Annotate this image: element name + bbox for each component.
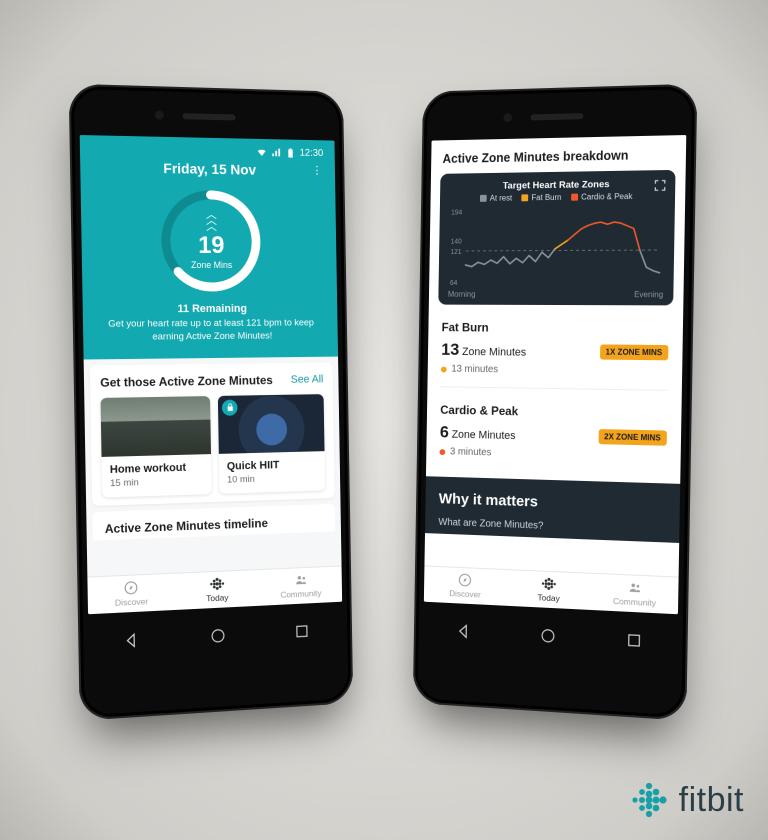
chart-title: Target Heart Rate Zones <box>450 178 666 192</box>
remaining-label: 11 Remaining <box>95 303 326 316</box>
fitbit-dots-icon <box>540 576 558 591</box>
tip-text: Get your heart rate up to at least 121 b… <box>95 317 326 344</box>
signal-icon <box>271 147 282 158</box>
fitbit-logo-icon <box>629 780 669 820</box>
wifi-icon <box>256 147 267 158</box>
zone-badge: 1X ZONE MINS <box>600 344 669 360</box>
see-all-link[interactable]: See All <box>291 373 324 385</box>
bottom-tabbar: Discover Today Community <box>87 565 342 614</box>
svg-text:64: 64 <box>450 280 458 287</box>
workout-thumb <box>218 394 325 454</box>
zone-name: Cardio & Peak <box>440 403 667 421</box>
why-section: Why it matters What are Zone Minutes? <box>425 476 680 543</box>
back-icon[interactable] <box>456 622 473 641</box>
hr-chart-card[interactable]: Target Heart Rate Zones At rest Fat Burn… <box>438 170 675 306</box>
tab-today[interactable]: Today <box>506 570 591 610</box>
home-icon[interactable] <box>539 626 557 645</box>
zone-sub: 3 minutes <box>450 446 492 458</box>
overflow-menu-icon[interactable]: ⋮ <box>310 169 323 173</box>
suggestions-title: Get those Active Zone Minutes <box>100 373 273 390</box>
fitbit-wordmark: fitbit <box>679 781 744 820</box>
tab-community[interactable]: Community <box>591 574 679 614</box>
fitbit-dots-icon <box>208 576 226 591</box>
tab-label: Community <box>613 596 656 608</box>
phone-mockup-today: 12:30 Friday, 15 Nov ⋮ ︿︿︿ <box>69 84 354 721</box>
zone-mins: 13 <box>441 340 459 359</box>
dot-icon <box>440 449 446 455</box>
hr-chart: 64 121 140 194 <box>448 205 665 288</box>
compass-icon <box>457 573 474 588</box>
zone-label: Zone Mins <box>191 260 232 270</box>
zone-mins-label: Zone Minutes <box>462 346 526 359</box>
zone-fatburn: Fat Burn 13 Zone Minutes 1X ZONE MINS 13… <box>427 310 683 390</box>
breakdown-title: Active Zone Minutes breakdown <box>431 135 686 174</box>
lock-icon <box>222 399 238 415</box>
tab-community[interactable]: Community <box>259 566 342 605</box>
why-title: Why it matters <box>439 490 666 515</box>
android-nav-bar <box>88 611 343 661</box>
legend-rest: At rest <box>490 194 512 203</box>
zone-mins: 6 <box>440 423 449 442</box>
chart-foot-right: Evening <box>634 290 663 299</box>
tab-label: Community <box>280 588 321 600</box>
chart-legend: At rest Fat Burn Cardio & Peak <box>449 191 665 203</box>
today-date: Friday, 15 Nov <box>106 159 310 179</box>
today-hero: 12:30 Friday, 15 Nov ⋮ ︿︿︿ <box>80 135 338 359</box>
tab-label: Today <box>537 592 559 603</box>
back-icon[interactable] <box>123 631 141 650</box>
zone-mins-label: Zone Minutes <box>452 429 516 442</box>
dot-icon <box>441 366 447 372</box>
expand-icon[interactable] <box>653 178 667 192</box>
compass-icon <box>122 580 140 595</box>
chevrons-up-icon: ︿︿︿ <box>206 212 216 230</box>
chart-foot-left: Morning <box>448 290 476 299</box>
svg-text:194: 194 <box>451 209 462 216</box>
tab-today[interactable]: Today <box>174 570 259 610</box>
people-icon <box>292 573 309 588</box>
phone-mockup-breakdown: Active Zone Minutes breakdown Target Hea… <box>413 84 698 721</box>
fitbit-logo: fitbit <box>629 780 744 820</box>
zone-badge: 2X ZONE MINS <box>598 429 667 446</box>
screen-today: 12:30 Friday, 15 Nov ⋮ ︿︿︿ <box>80 135 342 614</box>
suggestions-section: Get those Active Zone Minutes See All Ho… <box>90 362 335 506</box>
workout-card-hiit[interactable]: Quick HIIT 10 min <box>218 394 325 494</box>
tab-discover[interactable]: Discover <box>87 574 175 614</box>
android-statusbar: 12:30 <box>92 143 323 159</box>
workout-name: Home workout <box>110 461 204 476</box>
zone-sub: 13 minutes <box>451 364 498 375</box>
workout-duration: 15 min <box>110 475 204 489</box>
people-icon <box>626 580 644 595</box>
timeline-title: Active Zone Minutes timeline <box>92 504 335 541</box>
why-sub: What are Zone Minutes? <box>438 517 665 536</box>
tab-label: Discover <box>449 588 481 599</box>
zone-value: 19 <box>198 232 225 260</box>
svg-text:140: 140 <box>451 239 462 246</box>
workout-thumb <box>101 396 211 457</box>
svg-text:121: 121 <box>450 249 461 256</box>
battery-icon <box>285 147 296 158</box>
workout-name: Quick HIIT <box>227 458 318 472</box>
tab-label: Discover <box>115 596 148 608</box>
zone-name: Fat Burn <box>442 320 669 336</box>
legend-cardio: Cardio & Peak <box>581 192 632 202</box>
statusbar-time: 12:30 <box>299 148 323 159</box>
zone-progress-ring[interactable]: ︿︿︿ 19 Zone Mins <box>157 186 265 295</box>
recents-icon[interactable] <box>625 631 643 650</box>
android-nav-bar <box>423 611 678 661</box>
home-icon[interactable] <box>209 626 227 645</box>
tab-label: Today <box>206 592 228 603</box>
workout-card-home[interactable]: Home workout 15 min <box>101 396 212 498</box>
workout-duration: 10 min <box>227 472 317 486</box>
zone-cardio: Cardio & Peak 6 Zone Minutes 2X ZONE MIN… <box>426 393 682 476</box>
legend-fat: Fat Burn <box>531 193 561 202</box>
recents-icon[interactable] <box>293 622 310 641</box>
screen-breakdown: Active Zone Minutes breakdown Target Hea… <box>424 135 686 614</box>
tab-discover[interactable]: Discover <box>424 566 507 605</box>
